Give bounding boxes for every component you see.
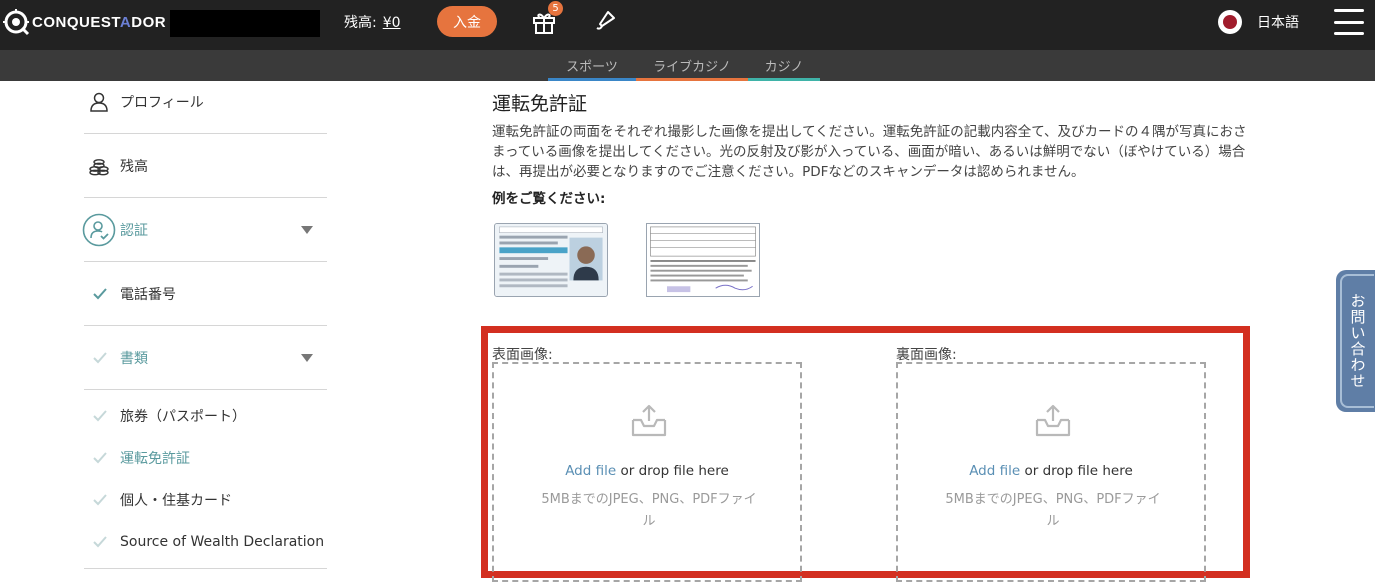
- front-image-label: 表面画像:: [492, 347, 553, 363]
- upload-icon: [631, 404, 667, 437]
- sidebar-item-profile[interactable]: プロフィール: [84, 71, 327, 134]
- logo[interactable]: CONQUESTADOR: [2, 6, 166, 38]
- tab-underline: [548, 78, 636, 81]
- user-icon: [90, 92, 108, 112]
- language-selector[interactable]: 日本語: [1257, 12, 1299, 32]
- check-icon: [93, 494, 107, 506]
- instructions-text: 運転免許証の両面をそれぞれ撮影した画像を提出してください。運転免許証の記載内容全…: [492, 124, 1247, 180]
- sidebar-item-documents[interactable]: 書類: [84, 327, 327, 390]
- check-icon: [93, 288, 107, 300]
- divider: [84, 568, 327, 569]
- sidebar-subitem-drivers-license[interactable]: 運転免許証: [84, 438, 327, 478]
- sidebar-subitem-passport[interactable]: 旅券（パスポート）: [84, 396, 327, 436]
- logo-text: CONQUESTADOR: [32, 13, 167, 31]
- balance-amount[interactable]: ¥0: [383, 15, 401, 31]
- back-upload-section: 裏面画像: Add file or drop file here 5MBまでのJ…: [896, 344, 1206, 582]
- check-icon: [93, 452, 107, 464]
- japan-flag-icon[interactable]: [1218, 10, 1242, 34]
- license-front-sample-image[interactable]: [494, 223, 608, 297]
- chevron-down-icon[interactable]: [301, 226, 313, 234]
- notification-bell-icon[interactable]: [594, 8, 618, 32]
- dropzone-instruction: Add file or drop file here: [565, 463, 729, 479]
- check-icon: [93, 352, 107, 364]
- contact-us-tab[interactable]: お問い合わせ: [1336, 270, 1375, 412]
- upload-icon: [1035, 404, 1071, 437]
- tab-sports[interactable]: スポーツ: [548, 50, 636, 81]
- dropzone-instruction: Add file or drop file here: [969, 463, 1133, 479]
- chevron-down-icon[interactable]: [301, 354, 313, 362]
- check-icon: [93, 536, 107, 548]
- top-header: CONQUESTADOR 残高: ¥0 入金 5 日本語: [0, 0, 1375, 50]
- tab-underline: [636, 78, 748, 81]
- page-title: 運転免許証: [492, 93, 588, 115]
- redacted-username: [170, 10, 320, 37]
- sidebar-item-phone[interactable]: 電話番号: [84, 263, 327, 326]
- deposit-button[interactable]: 入金: [437, 6, 497, 37]
- tab-live-casino[interactable]: ライブカジノ: [636, 50, 748, 81]
- back-image-label: 裏面画像:: [896, 347, 957, 363]
- check-icon: [93, 410, 107, 422]
- contact-us-label: お問い合わせ: [1348, 293, 1367, 389]
- sidebar-subitem-source-of-wealth[interactable]: Source of Wealth Declaration: [84, 522, 327, 562]
- tab-underline: [748, 78, 820, 81]
- front-image-dropzone[interactable]: Add file or drop file here 5MBまでのJPEG、PN…: [492, 362, 802, 582]
- add-file-link[interactable]: Add file: [565, 463, 616, 479]
- file-type-hint: 5MBまでのJPEG、PNG、PDFファイル: [945, 492, 1161, 529]
- example-label: 例をご覧ください:: [492, 191, 606, 207]
- license-back-sample-image[interactable]: [646, 223, 760, 297]
- hamburger-menu-icon[interactable]: [1334, 9, 1364, 35]
- sidebar-item-balance[interactable]: 残高: [84, 135, 327, 198]
- file-type-hint: 5MBまでのJPEG、PNG、PDFファイル: [541, 492, 757, 529]
- sidebar-subitem-personal-card[interactable]: 個人・住基カード: [84, 480, 327, 520]
- front-upload-section: 表面画像: Add file or drop file here 5MBまでのJ…: [492, 344, 802, 582]
- coins-icon: [89, 159, 109, 176]
- gift-badge: 5: [548, 1, 563, 16]
- tab-casino[interactable]: カジノ: [748, 50, 820, 81]
- balance-display: 残高: ¥0: [344, 12, 401, 32]
- balance-label: 残高:: [344, 15, 377, 31]
- add-file-link[interactable]: Add file: [969, 463, 1020, 479]
- logo-icon: [3, 9, 30, 36]
- sidebar-item-verification[interactable]: 認証: [82, 199, 327, 262]
- verified-user-icon: [82, 213, 116, 247]
- back-image-dropzone[interactable]: Add file or drop file here 5MBまでのJPEG、PN…: [896, 362, 1206, 582]
